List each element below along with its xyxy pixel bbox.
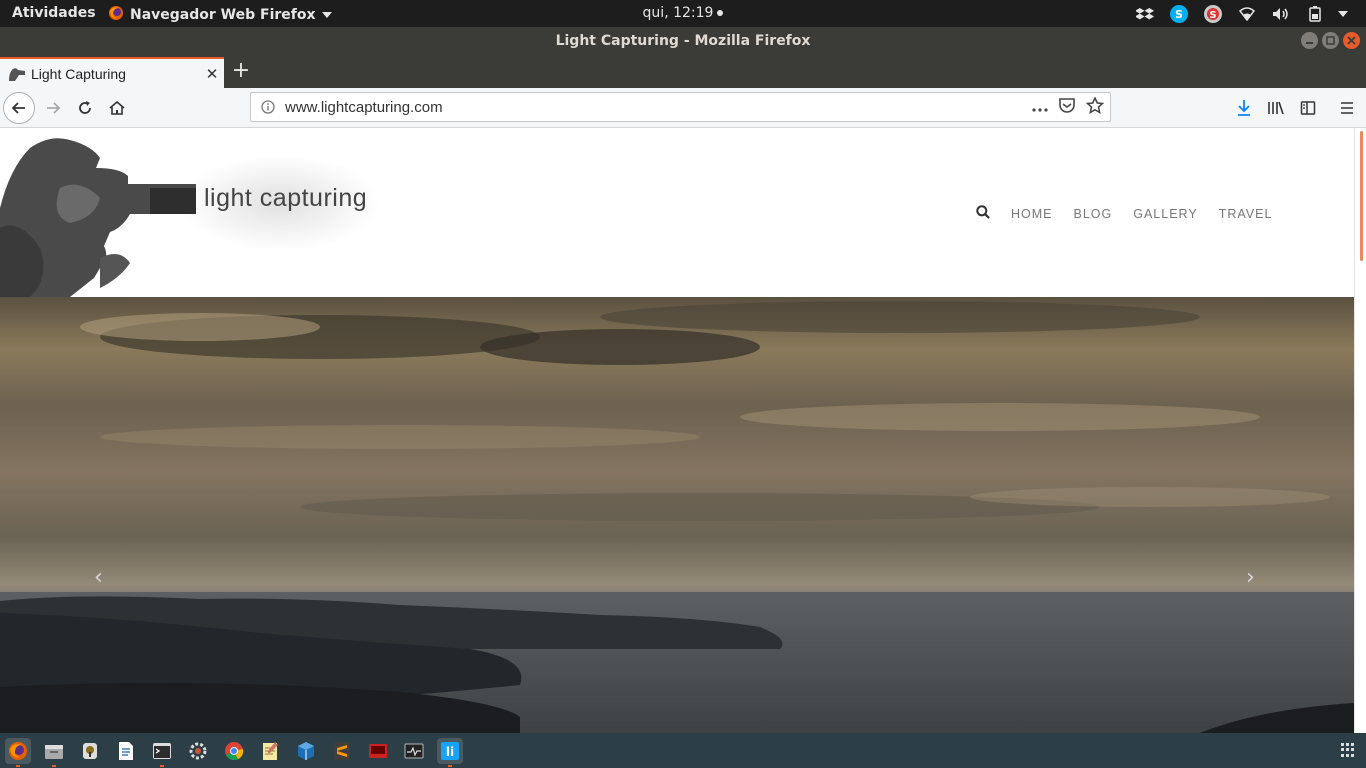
- hero-slider: ‹ ›: [0, 297, 1354, 733]
- system-menu-chevron-icon[interactable]: [1338, 11, 1348, 17]
- reload-button[interactable]: [69, 92, 101, 124]
- tab-light-capturing[interactable]: Light Capturing ✕: [0, 57, 224, 88]
- firefox-icon: [9, 742, 27, 760]
- home-icon: [109, 100, 125, 115]
- window-title: Light Capturing - Mozilla Firefox: [555, 33, 811, 49]
- hamburger-menu-icon: [1341, 102, 1353, 114]
- running-indicator: [448, 765, 452, 767]
- home-button[interactable]: [101, 92, 133, 124]
- dock-files[interactable]: [41, 738, 67, 767]
- pocket-icon[interactable]: [1058, 97, 1076, 118]
- downloads-button[interactable]: [1228, 92, 1260, 124]
- url-text[interactable]: www.lightcapturing.com: [285, 99, 443, 116]
- nav-home[interactable]: HOME: [1011, 207, 1053, 221]
- virtualbox-icon: [298, 742, 314, 760]
- nav-blog[interactable]: BLOG: [1074, 207, 1113, 221]
- hero-landscape-image: [0, 297, 1354, 733]
- battery-icon[interactable]: [1304, 3, 1326, 25]
- gnome-top-bar: Atividades Navegador Web Firefox qui, 12…: [0, 0, 1366, 27]
- svg-text:li: li: [446, 745, 454, 759]
- files-icon: [45, 745, 63, 759]
- text-editor-icon: [119, 742, 133, 760]
- new-tab-button[interactable]: +: [230, 59, 252, 83]
- minimize-button[interactable]: [1301, 32, 1318, 49]
- system-monitor-icon: [404, 743, 424, 759]
- dock-text-editor[interactable]: [113, 738, 139, 764]
- site-navigation: HOME BLOG GALLERY TRAVEL: [976, 205, 1272, 222]
- close-tab-icon[interactable]: ✕: [200, 65, 224, 83]
- slider-next-arrow-icon[interactable]: ›: [1246, 565, 1255, 590]
- volume-icon[interactable]: [1270, 3, 1292, 25]
- system-tray: S S: [1134, 2, 1348, 26]
- library-icon: [1268, 101, 1284, 115]
- libreoffice-icon: li: [441, 742, 459, 760]
- app-indicator-icon[interactable]: S: [1202, 3, 1224, 25]
- dropbox-icon[interactable]: [1134, 3, 1156, 25]
- password-keyring-icon: [83, 743, 97, 759]
- forward-button[interactable]: [37, 92, 69, 124]
- bookmark-star-icon[interactable]: [1085, 95, 1105, 118]
- forward-arrow-icon: [47, 102, 61, 114]
- page-actions-icon[interactable]: [1032, 99, 1048, 116]
- back-arrow-icon: [11, 102, 25, 114]
- running-indicator: [16, 765, 20, 767]
- show-applications-icon[interactable]: [1341, 743, 1355, 757]
- dock-terminal[interactable]: [149, 738, 175, 767]
- scrollbar-thumb[interactable]: [1360, 131, 1363, 261]
- navigation-toolbar: www.lightcapturing.com: [0, 88, 1366, 128]
- search-icon[interactable]: [976, 205, 990, 222]
- notification-dot-icon: [717, 10, 724, 16]
- download-arrow-icon: [1238, 100, 1250, 116]
- screen-recorder-icon: [369, 744, 387, 758]
- sidebar-button[interactable]: [1292, 92, 1324, 124]
- chrome-icon: [225, 742, 244, 761]
- terminal-icon: [153, 743, 171, 759]
- library-button[interactable]: [1260, 92, 1292, 124]
- dock-sublime-text[interactable]: [329, 738, 355, 764]
- skype-icon[interactable]: S: [1168, 3, 1190, 25]
- page-scrollbar[interactable]: [1354, 128, 1366, 733]
- dock-system-monitor[interactable]: [401, 738, 427, 764]
- site-info-icon[interactable]: [261, 100, 275, 114]
- tab-label: Light Capturing: [31, 65, 126, 82]
- clock-label: qui, 12:19: [642, 5, 714, 21]
- dock-libreoffice[interactable]: li: [437, 738, 463, 767]
- nav-gallery[interactable]: GALLERY: [1133, 207, 1197, 221]
- svg-text:S: S: [1209, 10, 1216, 21]
- dock-screen-recorder[interactable]: [365, 738, 391, 764]
- dock-passwords[interactable]: [77, 738, 103, 764]
- wifi-icon[interactable]: [1236, 3, 1258, 25]
- tab-strip: Light Capturing ✕ +: [0, 56, 1366, 88]
- dock-chrome[interactable]: [221, 738, 247, 764]
- running-indicator: [160, 765, 164, 767]
- window-controls: [1301, 32, 1360, 49]
- sublime-text-icon: [334, 742, 350, 760]
- running-indicator: [52, 765, 56, 767]
- maximize-button[interactable]: [1322, 32, 1339, 49]
- settings-icon: [189, 742, 207, 760]
- svg-text:S: S: [1175, 8, 1183, 21]
- nav-travel[interactable]: TRAVEL: [1219, 207, 1273, 221]
- dock-settings[interactable]: [185, 738, 211, 764]
- slider-prev-arrow-icon[interactable]: ‹: [94, 565, 103, 590]
- reload-icon: [79, 101, 91, 114]
- close-window-button[interactable]: [1343, 32, 1360, 49]
- dock-virtualbox[interactable]: [293, 738, 319, 764]
- window-titlebar[interactable]: Light Capturing - Mozilla Firefox: [0, 27, 1366, 56]
- dock-firefox[interactable]: [5, 738, 31, 767]
- web-page: light capturing HOME BLOG GALLERY TRAVEL: [0, 128, 1354, 733]
- dock-notes[interactable]: [257, 738, 283, 764]
- back-button[interactable]: [3, 92, 35, 124]
- site-header: light capturing HOME BLOG GALLERY TRAVEL: [0, 128, 1354, 297]
- address-bar[interactable]: www.lightcapturing.com: [250, 92, 1111, 122]
- site-favicon-icon: [8, 66, 26, 82]
- dock-taskbar: li: [0, 733, 1366, 768]
- hamburger-menu-button[interactable]: [1331, 92, 1363, 124]
- notes-icon: [263, 742, 278, 760]
- sidebar-icon: [1300, 101, 1316, 115]
- site-logo-text[interactable]: light capturing: [204, 184, 367, 213]
- urlbar-actions: [1032, 95, 1105, 118]
